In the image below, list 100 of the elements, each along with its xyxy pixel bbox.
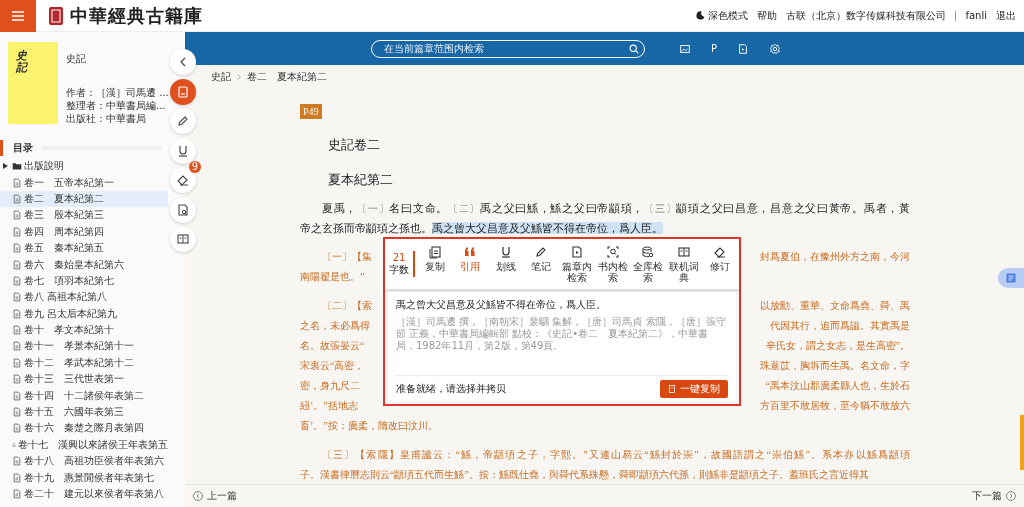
tool-button[interactable]: 笔记 [524, 245, 558, 272]
header-link[interactable]: 退出 [996, 8, 1016, 23]
commentary-text: 紐’。”括地志 [300, 399, 358, 413]
tool-button[interactable]: 联机词典 [667, 245, 701, 283]
book-title: 史記 [66, 52, 87, 66]
toc-item[interactable]: 卷十一 孝景本紀第十一 [0, 338, 168, 355]
toc-item[interactable]: 卷五 秦本紀第五 [0, 239, 168, 257]
copy-icon [668, 385, 676, 393]
toc-item[interactable]: 卷四 周本紀第四 [0, 223, 168, 240]
toc-item[interactable]: 卷三 殷本紀第三 [0, 207, 168, 224]
toc-item[interactable]: 卷八 高祖本紀第八 [0, 289, 168, 306]
menu-button[interactable] [0, 0, 36, 32]
toc-item[interactable]: 卷十九 惠景閒侯者年表第七 [0, 469, 168, 486]
tool-button[interactable]: 划线 [489, 245, 523, 272]
toc-item[interactable]: 卷十五 六國年表第三 [0, 403, 168, 421]
tool-button[interactable]: 全库检索 [631, 245, 665, 283]
commentary-text: 宋衷云“高密， [300, 359, 365, 373]
database-search-icon [641, 245, 656, 259]
selected-quote: 禹之曾大父昌意及父鯀皆不得在帝位，爲人臣。 [396, 298, 607, 312]
scan-search-icon [605, 245, 620, 259]
document-icon [12, 226, 22, 237]
tool-button[interactable]: 修订 [703, 245, 736, 272]
toc-item[interactable]: 卷六 秦始皇本紀第六 [0, 256, 168, 273]
underline-icon [176, 143, 190, 158]
search-field[interactable]: 在当前篇章范围内检索 [371, 39, 645, 58]
document-search-icon [176, 202, 190, 217]
chevron-right-icon [237, 74, 241, 80]
commentary-text: “禹本汶山郡廣柔縣人也，生於石 [765, 379, 910, 393]
toc-item[interactable]: 卷二 夏本紀第二 [0, 190, 168, 208]
toc-item[interactable]: 卷十四 十二諸侯年表第二 [0, 387, 168, 404]
commentary-text: 之名，未必爲得 [300, 319, 370, 333]
toc-item[interactable]: 卷一 五帝本紀第一 [0, 174, 168, 191]
image-icon[interactable] [679, 42, 691, 55]
search-icon[interactable] [629, 43, 639, 54]
toc-item[interactable]: 卷十三 三代世表第一 [0, 371, 168, 388]
breadcrumb-item[interactable]: 史記 [211, 70, 231, 84]
eraser-icon [712, 245, 727, 259]
commentary-text: 封爲夏伯，在豫州外方之南，今河 [760, 250, 910, 264]
toc-item[interactable]: 出版說明 [0, 158, 168, 175]
document-icon [12, 456, 22, 467]
status-text: 准备就绪，请选择并拷贝 [396, 382, 506, 396]
document-icon [12, 210, 22, 221]
commentary-text: 南陽翟是也。” [300, 271, 365, 282]
highlighted-text: 禹之曾大父昌意及父鯀皆不得在帝位，爲人臣。 [432, 222, 663, 234]
settings-icon[interactable] [769, 42, 782, 55]
cover-title: 史記 [16, 49, 27, 74]
chevron-right-icon [1006, 491, 1016, 501]
character-count: 21 [392, 251, 406, 263]
tool-button[interactable]: 复制 [418, 245, 451, 272]
copy-all-button[interactable]: 一键复制 [660, 380, 728, 398]
toc-heading: 目录 [13, 141, 33, 155]
document-icon [12, 357, 22, 368]
caret-right-icon[interactable] [3, 163, 8, 170]
document-icon [12, 472, 22, 483]
document-icon [12, 374, 22, 385]
pencil-icon [176, 114, 190, 128]
document-icon [12, 275, 22, 286]
commentary-text: 〔一〕【集 [322, 250, 372, 264]
tool-button[interactable]: 书内检索 [596, 245, 630, 283]
toc-item[interactable]: 卷十六 秦楚之際月表第四 [0, 420, 168, 437]
tool-button[interactable]: 篇章内检索 [560, 245, 594, 283]
chevron-left-icon [193, 491, 203, 501]
logo-icon [48, 5, 64, 26]
page-toggle[interactable]: P [711, 43, 718, 54]
toc-item[interactable]: 卷十七 漢興以來諸侯王年表第五 [0, 436, 168, 454]
user-name[interactable]: fanli [965, 10, 987, 21]
tool-button[interactable]: 引用 [453, 245, 487, 272]
document-icon[interactable] [737, 42, 750, 55]
toc-item[interactable]: 卷十八 高祖功臣侯者年表第六 [0, 453, 168, 470]
side-panel-toggle[interactable] [998, 268, 1024, 288]
commentary-text: 以放勳、重華、文命爲堯、舜、禹 [760, 299, 910, 313]
toc-item[interactable]: 卷十二 孝武本紀第十二 [0, 354, 168, 372]
text-line: 夏禹，〔一〕名曰文命。〔二〕禹之父曰鯀，鯀之父曰帝顓頊，〔三〕顓頊之父曰昌意，昌意之父曰黃帝。禹者，黃 [321, 201, 910, 216]
previous-link[interactable]: 上一篇 [193, 489, 237, 503]
breadcrumb-item[interactable]: 卷二 夏本紀第二 [247, 70, 327, 84]
document-icon [570, 245, 584, 259]
next-link[interactable]: 下一篇 [972, 489, 1016, 503]
document-icon [12, 489, 22, 499]
commentary-text: 密，身九尺二 [300, 379, 360, 393]
dark-mode-link[interactable]: 深色模式 [708, 8, 749, 23]
commentary-text: 珠薏苡，胸坼而生禹。名文命，字 [760, 359, 910, 373]
toc-item[interactable]: 卷二十 建元以來侯者年表第八 [0, 485, 168, 503]
commentary-text: 〔三〕【索隱】皇甫謐云：“鯀，帝顓頊之子，字熙。”又連山易云“鯀封於崇”，故國語謂之“崇伯鯀”。系本亦以鯀爲顓頊 [322, 448, 910, 462]
commentary-text: 畜’。”按：廣柔，隋改曰汶川。 [300, 420, 438, 431]
page-badge: P49 [300, 104, 322, 119]
text-line: 帝之玄孫而帝顓頊之孫也。禹之曾大父昌意及父鯀皆不得在帝位，爲人臣。 [300, 221, 664, 236]
chapter-heading: 史記卷二 [328, 135, 380, 154]
header-link[interactable]: 帮助 [757, 8, 778, 23]
document-icon [12, 292, 22, 303]
toc-item[interactable]: 卷九 呂太后本紀第九 [0, 305, 168, 322]
document-icon [12, 341, 22, 352]
toc-item[interactable]: 卷十 孝文本紀第十 [0, 321, 168, 339]
document-icon [12, 325, 22, 336]
menu-icon [12, 10, 24, 21]
document-icon [12, 259, 22, 270]
toc-item[interactable]: 卷七 項羽本紀第七 [0, 272, 168, 290]
header-link[interactable]: 古联（北京）数字传媒科技有限公司 [786, 8, 947, 23]
open-book-icon [176, 232, 190, 246]
document-icon [12, 423, 22, 434]
count-label: 字数 [389, 262, 409, 277]
